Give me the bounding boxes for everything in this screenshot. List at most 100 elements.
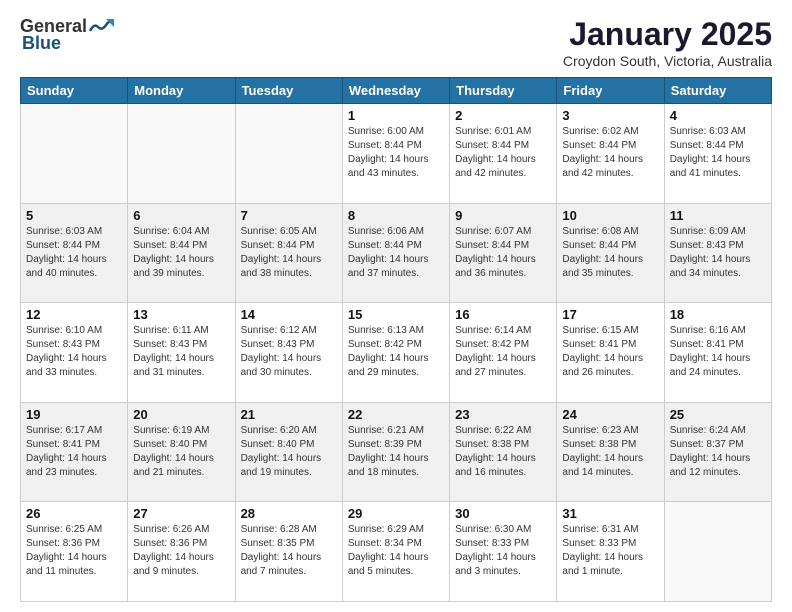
logo-blue-text: Blue bbox=[22, 33, 61, 54]
table-row: 1 Sunrise: 6:00 AM Sunset: 8:44 PM Daylig… bbox=[342, 104, 449, 204]
day-info: Sunrise: 6:13 AM Sunset: 8:42 PM Dayligh… bbox=[348, 324, 444, 380]
day-number: 9 bbox=[455, 208, 551, 223]
table-row: 21Sunrise: 6:20 AM Sunset: 8:40 PM Dayli… bbox=[235, 402, 342, 502]
col-monday: Monday bbox=[128, 78, 235, 104]
day-number: 23 bbox=[455, 407, 551, 422]
table-row bbox=[21, 104, 128, 204]
table-row: 5 Sunrise: 6:03 AM Sunset: 8:44 PM Daylig… bbox=[21, 203, 128, 303]
calendar-week-row: 19Sunrise: 6:17 AM Sunset: 8:41 PM Dayli… bbox=[21, 402, 772, 502]
day-number: 18 bbox=[670, 307, 766, 322]
day-info: Sunrise: 6:26 AM Sunset: 8:36 PM Dayligh… bbox=[133, 523, 229, 579]
day-info: Sunrise: 6:23 AM Sunset: 8:38 PM Dayligh… bbox=[562, 424, 658, 480]
table-row: 27Sunrise: 6:26 AM Sunset: 8:36 PM Dayli… bbox=[128, 502, 235, 602]
table-row: 18 Sunrise: 6:16 AM Sunset: 8:41 PM Dayli… bbox=[664, 303, 771, 403]
day-info: Sunrise: 6:09 AM Sunset: 8:43 PM Dayligh… bbox=[670, 225, 766, 281]
day-number: 29 bbox=[348, 506, 444, 521]
day-info: Sunrise: 6:22 AM Sunset: 8:38 PM Dayligh… bbox=[455, 424, 551, 480]
day-info: Sunrise: 6:01 AM Sunset: 8:44 PM Dayligh… bbox=[455, 125, 551, 181]
table-row: 29 Sunrise: 6:29 AM Sunset: 8:34 PM Dayli… bbox=[342, 502, 449, 602]
day-info: Sunrise: 6:11 AM Sunset: 8:43 PM Dayligh… bbox=[133, 324, 229, 380]
day-number: 20 bbox=[133, 407, 229, 422]
day-number: 24 bbox=[562, 407, 658, 422]
table-row bbox=[664, 502, 771, 602]
day-info: Sunrise: 6:29 AM Sunset: 8:34 PM Dayligh… bbox=[348, 523, 444, 579]
day-number: 2 bbox=[455, 108, 551, 123]
day-number: 11 bbox=[670, 208, 766, 223]
day-info: Sunrise: 6:12 AM Sunset: 8:43 PM Dayligh… bbox=[241, 324, 337, 380]
table-row: 28 Sunrise: 6:28 AM Sunset: 8:35 PM Dayli… bbox=[235, 502, 342, 602]
day-number: 21 bbox=[241, 407, 337, 422]
title-block: January 2025 Croydon South, Victoria, Au… bbox=[563, 16, 772, 69]
day-info: Sunrise: 6:14 AM Sunset: 8:42 PM Dayligh… bbox=[455, 324, 551, 380]
day-number: 5 bbox=[26, 208, 122, 223]
table-row: 4Sunrise: 6:03 AM Sunset: 8:44 PM Daylig… bbox=[664, 104, 771, 204]
day-info: Sunrise: 6:28 AM Sunset: 8:35 PM Dayligh… bbox=[241, 523, 337, 579]
day-number: 10 bbox=[562, 208, 658, 223]
day-info: Sunrise: 6:16 AM Sunset: 8:41 PM Dayligh… bbox=[670, 324, 766, 380]
day-number: 25 bbox=[670, 407, 766, 422]
calendar-week-row: 12 Sunrise: 6:10 AM Sunset: 8:43 PM Dayli… bbox=[21, 303, 772, 403]
day-info: Sunrise: 6:05 AM Sunset: 8:44 PM Dayligh… bbox=[241, 225, 337, 281]
table-row bbox=[235, 104, 342, 204]
calendar-week-row: 1 Sunrise: 6:00 AM Sunset: 8:44 PM Daylig… bbox=[21, 104, 772, 204]
day-number: 22 bbox=[348, 407, 444, 422]
logo-wave-icon bbox=[88, 17, 114, 37]
day-number: 13 bbox=[133, 307, 229, 322]
table-row: 3Sunrise: 6:02 AM Sunset: 8:44 PM Daylig… bbox=[557, 104, 664, 204]
col-sunday: Sunday bbox=[21, 78, 128, 104]
table-row: 17Sunrise: 6:15 AM Sunset: 8:41 PM Dayli… bbox=[557, 303, 664, 403]
col-wednesday: Wednesday bbox=[342, 78, 449, 104]
table-row: 6Sunrise: 6:04 AM Sunset: 8:44 PM Daylig… bbox=[128, 203, 235, 303]
table-row: 15 Sunrise: 6:13 AM Sunset: 8:42 PM Dayli… bbox=[342, 303, 449, 403]
day-number: 26 bbox=[26, 506, 122, 521]
day-number: 15 bbox=[348, 307, 444, 322]
day-info: Sunrise: 6:31 AM Sunset: 8:33 PM Dayligh… bbox=[562, 523, 658, 579]
table-row: 9 Sunrise: 6:07 AM Sunset: 8:44 PM Daylig… bbox=[450, 203, 557, 303]
day-info: Sunrise: 6:19 AM Sunset: 8:40 PM Dayligh… bbox=[133, 424, 229, 480]
calendar-header-row: Sunday Monday Tuesday Wednesday Thursday… bbox=[21, 78, 772, 104]
day-info: Sunrise: 6:06 AM Sunset: 8:44 PM Dayligh… bbox=[348, 225, 444, 281]
table-row bbox=[128, 104, 235, 204]
table-row: 14 Sunrise: 6:12 AM Sunset: 8:43 PM Dayli… bbox=[235, 303, 342, 403]
day-number: 8 bbox=[348, 208, 444, 223]
table-row: 2 Sunrise: 6:01 AM Sunset: 8:44 PM Daylig… bbox=[450, 104, 557, 204]
day-info: Sunrise: 6:00 AM Sunset: 8:44 PM Dayligh… bbox=[348, 125, 444, 181]
day-info: Sunrise: 6:30 AM Sunset: 8:33 PM Dayligh… bbox=[455, 523, 551, 579]
day-number: 14 bbox=[241, 307, 337, 322]
day-number: 16 bbox=[455, 307, 551, 322]
table-row: 19Sunrise: 6:17 AM Sunset: 8:41 PM Dayli… bbox=[21, 402, 128, 502]
calendar-table: Sunday Monday Tuesday Wednesday Thursday… bbox=[20, 77, 772, 602]
table-row: 23 Sunrise: 6:22 AM Sunset: 8:38 PM Dayli… bbox=[450, 402, 557, 502]
day-number: 3 bbox=[562, 108, 658, 123]
day-number: 6 bbox=[133, 208, 229, 223]
day-info: Sunrise: 6:25 AM Sunset: 8:36 PM Dayligh… bbox=[26, 523, 122, 579]
day-number: 12 bbox=[26, 307, 122, 322]
calendar-week-row: 26 Sunrise: 6:25 AM Sunset: 8:36 PM Dayli… bbox=[21, 502, 772, 602]
day-info: Sunrise: 6:10 AM Sunset: 8:43 PM Dayligh… bbox=[26, 324, 122, 380]
calendar-week-row: 5 Sunrise: 6:03 AM Sunset: 8:44 PM Daylig… bbox=[21, 203, 772, 303]
col-friday: Friday bbox=[557, 78, 664, 104]
table-row: 10Sunrise: 6:08 AM Sunset: 8:44 PM Dayli… bbox=[557, 203, 664, 303]
day-number: 1 bbox=[348, 108, 444, 123]
day-number: 19 bbox=[26, 407, 122, 422]
table-row: 22 Sunrise: 6:21 AM Sunset: 8:39 PM Dayli… bbox=[342, 402, 449, 502]
table-row: 8 Sunrise: 6:06 AM Sunset: 8:44 PM Daylig… bbox=[342, 203, 449, 303]
table-row: 13 Sunrise: 6:11 AM Sunset: 8:43 PM Dayli… bbox=[128, 303, 235, 403]
col-tuesday: Tuesday bbox=[235, 78, 342, 104]
day-info: Sunrise: 6:21 AM Sunset: 8:39 PM Dayligh… bbox=[348, 424, 444, 480]
location-subtitle: Croydon South, Victoria, Australia bbox=[563, 53, 772, 69]
table-row: 20 Sunrise: 6:19 AM Sunset: 8:40 PM Dayli… bbox=[128, 402, 235, 502]
day-number: 7 bbox=[241, 208, 337, 223]
table-row: 25Sunrise: 6:24 AM Sunset: 8:37 PM Dayli… bbox=[664, 402, 771, 502]
day-number: 28 bbox=[241, 506, 337, 521]
table-row: 26 Sunrise: 6:25 AM Sunset: 8:36 PM Dayli… bbox=[21, 502, 128, 602]
table-row: 16 Sunrise: 6:14 AM Sunset: 8:42 PM Dayli… bbox=[450, 303, 557, 403]
table-row: 31 Sunrise: 6:31 AM Sunset: 8:33 PM Dayli… bbox=[557, 502, 664, 602]
day-info: Sunrise: 6:07 AM Sunset: 8:44 PM Dayligh… bbox=[455, 225, 551, 281]
month-title: January 2025 bbox=[563, 16, 772, 53]
day-number: 30 bbox=[455, 506, 551, 521]
table-row: 12 Sunrise: 6:10 AM Sunset: 8:43 PM Dayli… bbox=[21, 303, 128, 403]
day-number: 31 bbox=[562, 506, 658, 521]
day-info: Sunrise: 6:03 AM Sunset: 8:44 PM Dayligh… bbox=[26, 225, 122, 281]
day-info: Sunrise: 6:15 AM Sunset: 8:41 PM Dayligh… bbox=[562, 324, 658, 380]
